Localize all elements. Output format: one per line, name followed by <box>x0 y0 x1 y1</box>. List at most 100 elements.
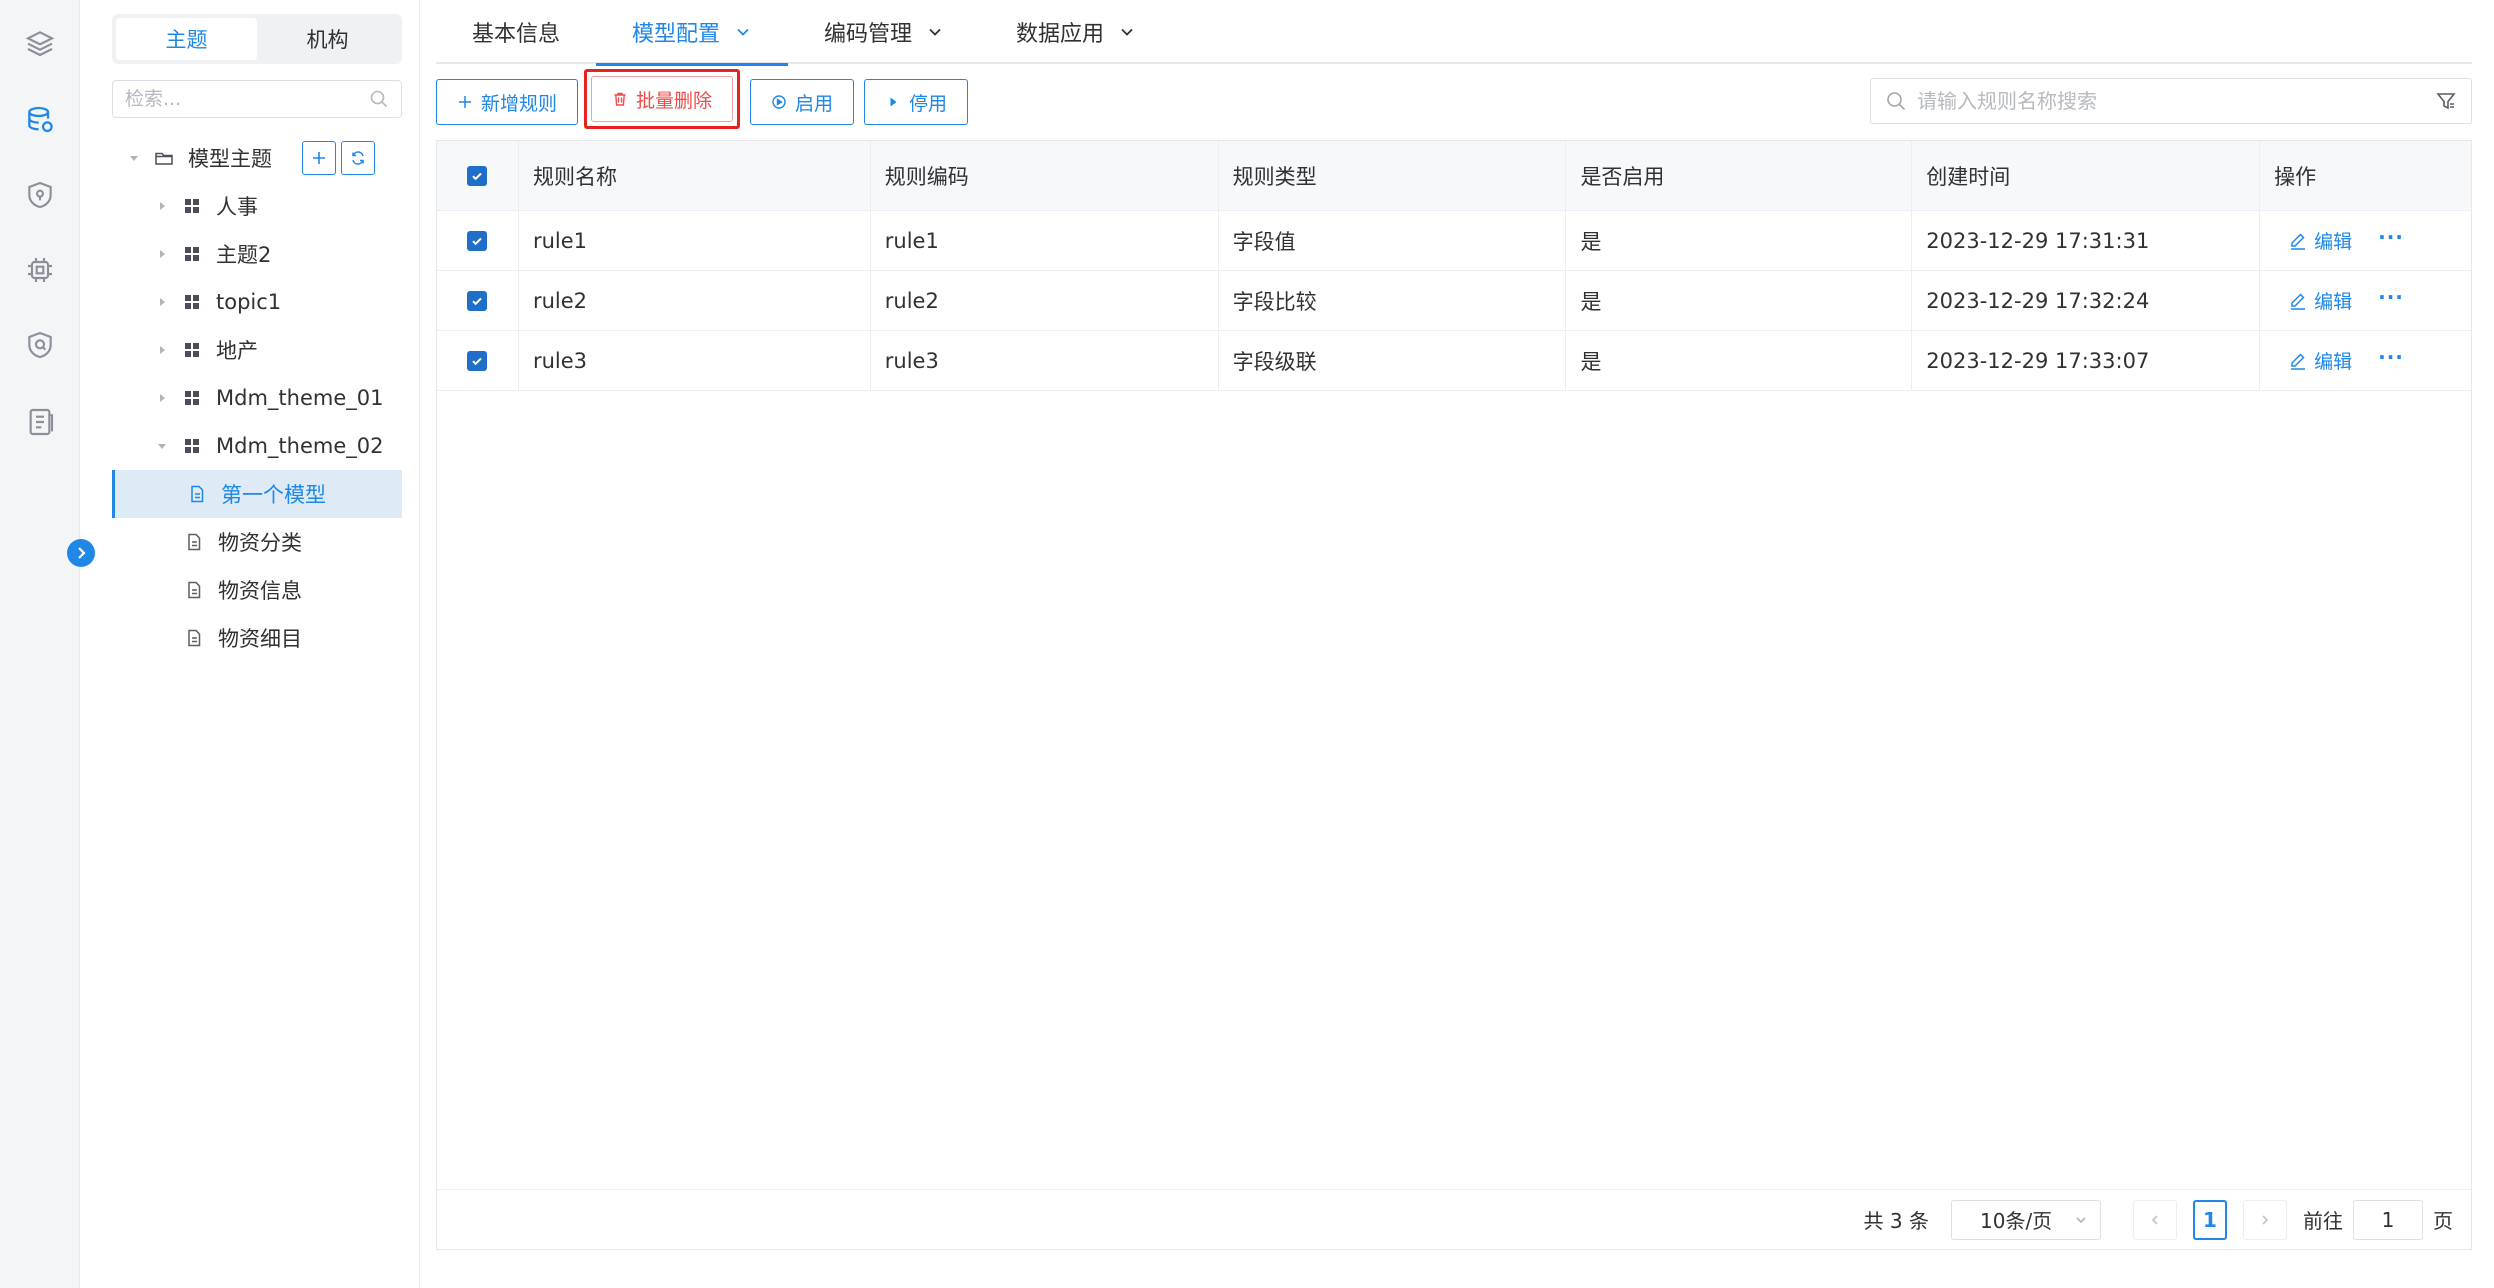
row-select[interactable] <box>437 331 519 390</box>
tree-mode-switch: 主题 机构 <box>112 14 402 64</box>
tree-search-input[interactable] <box>125 88 369 110</box>
document-icon <box>184 532 204 552</box>
caret-right-icon[interactable] <box>154 390 170 406</box>
search-icon <box>1887 92 1906 111</box>
tab-label: 模型配置 <box>632 22 721 47</box>
tree-node-label: 物资细目 <box>218 627 302 651</box>
segment-theme[interactable]: 主题 <box>116 18 257 60</box>
more-actions-button[interactable]: ··· <box>2378 225 2404 249</box>
table-row[interactable]: rule2 rule2 字段比较 是 2023-12-29 17:32:24 编… <box>437 271 2471 331</box>
tab-data-application[interactable]: 数据应用 <box>980 0 1172 64</box>
header-select-all[interactable] <box>437 141 519 210</box>
document-list-icon[interactable] <box>24 406 56 438</box>
add-rule-button[interactable]: 新增规则 <box>436 79 579 125</box>
checkbox-checked-icon[interactable] <box>467 230 488 251</box>
tab-code-management[interactable]: 编码管理 <box>788 0 980 64</box>
add-rule-label: 新增规则 <box>481 92 558 115</box>
grid-icon <box>182 436 202 456</box>
tree-node-theme[interactable]: 人事 <box>112 182 402 230</box>
row-select[interactable] <box>437 211 519 270</box>
shield-icon[interactable] <box>24 179 56 211</box>
tree-node-theme[interactable]: Mdm_theme_01 <box>112 374 402 422</box>
batch-delete-label: 批量删除 <box>636 89 713 112</box>
tree-node-model-selected[interactable]: 第一个模型 <box>112 470 402 518</box>
caret-right-icon[interactable] <box>154 198 170 214</box>
edit-button[interactable]: 编辑 <box>2288 287 2352 314</box>
cell-created-time: 2023-12-29 17:31:31 <box>1912 211 2261 270</box>
tab-basic-info[interactable]: 基本信息 <box>436 0 596 64</box>
trash-icon <box>614 92 626 106</box>
caret-right-icon[interactable] <box>154 342 170 358</box>
enable-label: 启用 <box>795 92 834 115</box>
expand-sidebar-button[interactable] <box>67 539 95 567</box>
refresh-tree-button[interactable] <box>341 141 375 175</box>
prev-page-button[interactable] <box>2133 1199 2177 1240</box>
document-icon <box>184 580 204 600</box>
add-theme-button[interactable] <box>302 141 336 175</box>
goto-page-input[interactable] <box>2353 1199 2423 1240</box>
tree-panel: 主题 机构 模型主题 人事 主题2 to <box>80 0 420 1288</box>
tab-label: 编码管理 <box>824 22 913 47</box>
page-size-select[interactable]: 10条/页 <box>1951 1199 2101 1240</box>
page-number-current[interactable]: 1 <box>2193 1199 2227 1240</box>
checkbox-checked-icon[interactable] <box>467 350 488 371</box>
rule-search-input[interactable] <box>1917 89 2435 113</box>
disable-button[interactable]: 停用 <box>864 79 969 125</box>
search-icon[interactable] <box>369 89 389 109</box>
database-icon[interactable] <box>24 104 56 136</box>
enable-button[interactable]: 启用 <box>750 79 855 125</box>
caret-right-icon[interactable] <box>154 294 170 310</box>
segment-organization[interactable]: 机构 <box>257 18 398 60</box>
tree-node-label: Mdm_theme_02 <box>216 434 384 458</box>
tree-node-theme[interactable]: Mdm_theme_02 <box>112 422 402 470</box>
tree-node-label: 第一个模型 <box>221 483 326 507</box>
tree-node-model[interactable]: 物资细目 <box>112 614 402 662</box>
filter-icon[interactable] <box>2435 90 2457 112</box>
tree-node-label: 地产 <box>216 339 258 363</box>
caret-down-icon[interactable] <box>126 150 142 166</box>
more-actions-button[interactable]: ··· <box>2378 285 2404 309</box>
edit-button[interactable]: 编辑 <box>2288 227 2352 254</box>
row-select[interactable] <box>437 271 519 330</box>
cell-enabled: 是 <box>1566 271 1913 330</box>
rule-search-box <box>1870 78 2472 124</box>
cell-actions: 编辑 ··· <box>2260 211 2471 270</box>
tree-node-theme[interactable]: 地产 <box>112 326 402 374</box>
tree-search-box <box>112 80 402 118</box>
disable-label: 停用 <box>909 92 948 115</box>
chevron-down-icon <box>1121 28 1133 36</box>
edit-button[interactable]: 编辑 <box>2288 347 2352 374</box>
table-row[interactable]: rule3 rule3 字段级联 是 2023-12-29 17:33:07 编… <box>437 331 2471 391</box>
column-header: 是否启用 <box>1566 141 1913 210</box>
column-header: 规则名称 <box>519 141 871 210</box>
tree-node-model[interactable]: 物资信息 <box>112 566 402 614</box>
table-row[interactable]: rule1 rule1 字段值 是 2023-12-29 17:31:31 编辑… <box>437 211 2471 271</box>
next-page-button[interactable] <box>2243 1199 2287 1240</box>
cell-rule-code: rule1 <box>871 211 1219 270</box>
checkbox-checked-icon[interactable] <box>467 165 488 186</box>
cell-rule-code: rule2 <box>871 271 1219 330</box>
total-count: 共 3 条 <box>1863 1209 1929 1233</box>
edit-icon <box>2291 352 2306 370</box>
batch-delete-button[interactable]: 批量删除 <box>591 76 734 122</box>
column-header: 规则编码 <box>871 141 1219 210</box>
tab-bar: 基本信息 模型配置 编码管理 数据应用 <box>436 0 2472 66</box>
main-content: 基本信息 模型配置 编码管理 数据应用 新增规则 批量删除 启用 停用 请输入规… <box>420 0 2494 1288</box>
chevron-down-icon <box>2076 1216 2086 1223</box>
caret-right-icon[interactable] <box>154 246 170 262</box>
tree-node-label: 人事 <box>216 195 258 219</box>
more-actions-button[interactable]: ··· <box>2378 345 2404 369</box>
tree-node-theme[interactable]: topic1 <box>112 278 402 326</box>
checkbox-checked-icon[interactable] <box>467 290 488 311</box>
document-icon <box>187 484 207 504</box>
tree-node-theme[interactable]: 主题2 <box>112 230 402 278</box>
tab-model-config[interactable]: 模型配置 <box>596 0 789 66</box>
play-circle-icon <box>772 95 786 109</box>
tree-node-root[interactable]: 模型主题 <box>112 134 402 182</box>
tree-node-model[interactable]: 物资分类 <box>112 518 402 566</box>
chip-icon[interactable] <box>24 254 56 286</box>
shield-check-icon[interactable] <box>24 329 56 361</box>
layers-icon[interactable] <box>24 27 56 59</box>
caret-down-icon[interactable] <box>154 438 170 454</box>
cell-rule-name: rule1 <box>519 211 871 270</box>
